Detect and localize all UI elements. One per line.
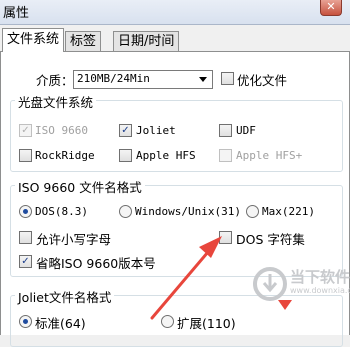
- watermark: 当下软件园 www.downxia.com: [252, 262, 350, 312]
- tab-file-system[interactable]: 文件系统: [2, 28, 65, 52]
- watermark-url: www.downxia.com: [290, 286, 350, 295]
- watermark-title: 当下软件园: [290, 268, 350, 286]
- download-logo-icon: [253, 267, 287, 301]
